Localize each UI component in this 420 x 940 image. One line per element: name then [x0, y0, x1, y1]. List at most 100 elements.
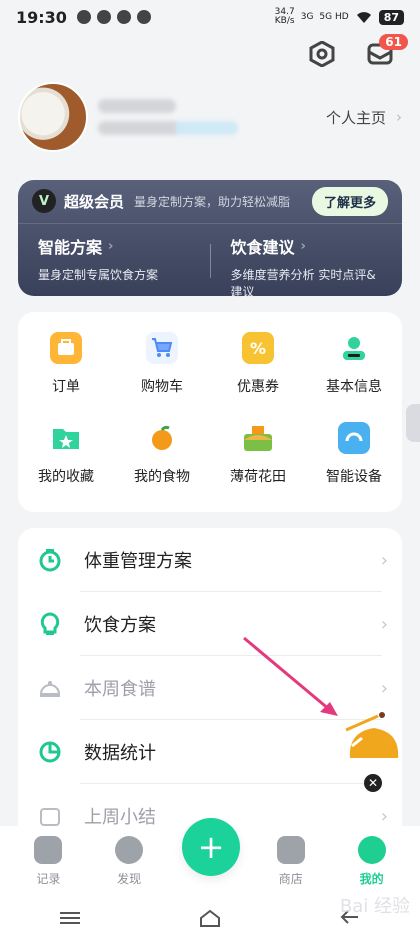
battery-indicator: 87 [378, 9, 404, 25]
vip-plan-desc: 量身定制专属饮食方案 [38, 268, 159, 282]
record-icon [34, 835, 63, 864]
list-item-label: 本周食谱 [84, 679, 156, 700]
close-icon[interactable]: ✕ [364, 774, 382, 792]
tab-me[interactable]: 我的 [338, 835, 406, 887]
chevron-right-icon: › [300, 238, 306, 254]
garden-icon [242, 422, 274, 454]
floating-mascot-bell[interactable] [342, 712, 406, 764]
profile-page-link[interactable]: 个人主页 › [326, 107, 402, 128]
list-item-diet-plan[interactable]: 饮食方案 › [18, 592, 402, 656]
profile-section[interactable]: 个人主页 › [18, 82, 402, 152]
messages-button[interactable]: 61 [364, 34, 408, 70]
notification-icon [96, 10, 111, 24]
grid-item-basic-info[interactable]: 基本信息 [306, 332, 402, 420]
status-time: 19:30 [16, 7, 67, 27]
tab-shop[interactable]: 商店 [257, 835, 325, 887]
chevron-right-icon: › [380, 805, 388, 827]
grid-item-favorites[interactable]: 我的收藏 [18, 422, 114, 510]
discover-icon [115, 835, 144, 864]
grid-item-orders[interactable]: 订单 [18, 332, 114, 420]
timer-icon [38, 548, 62, 572]
vip-plan-smart[interactable]: 智能方案 › 量身定制专属饮食方案 [18, 234, 210, 294]
side-drawer-handle[interactable] [406, 404, 420, 442]
wifi-icon [356, 12, 371, 23]
gear-icon [309, 41, 335, 67]
list-item-weight-plan[interactable]: 体重管理方案 › [18, 528, 402, 592]
top-actions: 61 [306, 34, 408, 70]
grid-label: 智能设备 [326, 469, 382, 485]
profile-info-blurred [98, 91, 238, 143]
grid-item-my-food[interactable]: 我的食物 [114, 422, 210, 510]
avatar[interactable] [18, 82, 88, 152]
notification-icon [116, 10, 131, 24]
grid-item-smart-device[interactable]: 智能设备 [306, 422, 402, 510]
list-item-weekly-recipes[interactable]: 本周食谱 › [18, 656, 402, 720]
username-blurred [98, 99, 176, 113]
add-record-button[interactable]: + [182, 818, 240, 876]
chevron-right-icon: › [396, 108, 402, 126]
tab-discover[interactable]: 发现 [95, 835, 163, 887]
shop-icon [276, 835, 305, 864]
notification-icons [76, 10, 151, 24]
settings-button[interactable] [306, 38, 338, 70]
watermark: Bai 经验 [339, 896, 410, 917]
cloche-icon [38, 676, 62, 700]
tab-label: 发现 [117, 871, 142, 886]
signal-label: 5G HD [319, 12, 349, 22]
chevron-right-icon: › [380, 613, 388, 635]
vip-title: 超级会员 [64, 192, 125, 211]
list-item-label: 数据统计 [84, 743, 156, 764]
list-item-label: 体重管理方案 [84, 551, 192, 572]
tab-record[interactable]: 记录 [14, 835, 82, 887]
grid-item-cart[interactable]: 购物车 [114, 332, 210, 420]
grid-item-garden[interactable]: 薄荷花田 [210, 422, 306, 510]
grid-label: 订单 [52, 379, 80, 395]
favorites-icon [50, 422, 82, 454]
calendar-icon [38, 804, 62, 828]
vip-divider [18, 223, 402, 224]
menu-list: 体重管理方案 › 饮食方案 › 本周食谱 › 数据统计 上周小结 › [18, 528, 402, 828]
grid-label: 优惠券 [237, 379, 279, 395]
pie-chart-icon [38, 740, 62, 764]
profile-info-icon [338, 332, 370, 364]
grid-label: 基本信息 [326, 379, 382, 395]
food-orange-icon [146, 422, 178, 454]
grid-item-coupons[interactable]: % 优惠券 [210, 332, 306, 420]
notification-icon [136, 10, 151, 24]
tab-label: 记录 [36, 871, 61, 886]
vip-plan-desc: 多维度营养分析 实时点评&建议 [230, 268, 376, 299]
chevron-right-icon: › [380, 677, 388, 699]
grid-label: 薄荷花田 [230, 469, 286, 485]
grid-label: 我的食物 [134, 469, 190, 485]
vip-plan-diet-advice[interactable]: 饮食建议 › 多维度营养分析 实时点评&建议 [211, 234, 403, 299]
me-icon [357, 835, 386, 864]
messages-badge: 61 [379, 34, 408, 50]
menu-icon[interactable] [58, 906, 82, 930]
list-item-label: 上周小结 [84, 807, 156, 828]
chevron-right-icon: › [108, 238, 114, 254]
grid-label: 我的收藏 [38, 469, 94, 485]
network-unit: KB/s [274, 16, 295, 26]
vip-plan-title: 智能方案 [38, 238, 103, 257]
coupon-icon: % [242, 332, 274, 364]
notification-icon [76, 10, 91, 24]
signal-label: 3G [300, 12, 314, 22]
grid-label: 购物车 [141, 379, 183, 395]
vip-card[interactable]: V 超级会员 量身定制方案，助力轻松减脂 了解更多 智能方案 › 量身定制专属饮食… [18, 180, 403, 299]
list-item-label: 饮食方案 [84, 615, 156, 636]
smart-scale-icon [338, 422, 370, 454]
bulb-icon [38, 612, 62, 636]
learn-more-button[interactable]: 了解更多 [311, 186, 388, 216]
orders-icon [50, 332, 82, 364]
vip-plan-title: 饮食建议 [230, 238, 295, 257]
shortcut-grid: 订单 购物车 % 优惠券 基本信息 我的收藏 我的食物 薄荷花田 智能设备 [18, 312, 402, 512]
status-bar: 19:30 34.7 KB/s 3G 5G HD 87 [0, 0, 420, 34]
vip-subtitle: 量身定制方案，助力轻松减脂 [134, 194, 291, 209]
tab-label: 我的 [359, 871, 384, 886]
vip-header: V 超级会员 量身定制方案，助力轻松减脂 了解更多 [18, 180, 402, 222]
status-right: 34.7 KB/s 3G 5G HD 87 [275, 8, 404, 26]
home-icon[interactable] [198, 906, 222, 930]
tab-label: 商店 [278, 871, 303, 886]
cart-icon [146, 332, 178, 364]
chevron-right-icon: › [380, 549, 388, 571]
